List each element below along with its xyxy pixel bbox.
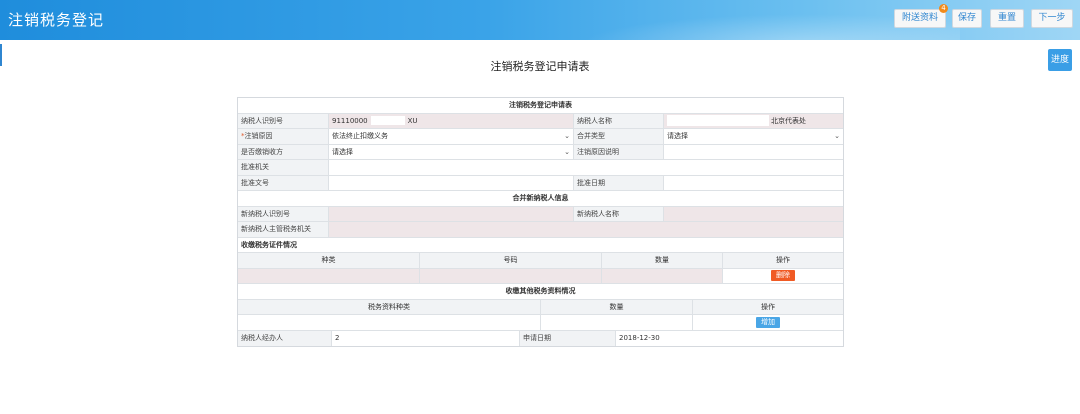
column-header: 种类 bbox=[238, 253, 420, 268]
form-page-title: 注销税务登记申请表 bbox=[490, 60, 590, 73]
approval-org-label: 批准机关 bbox=[238, 160, 329, 175]
cancel-reason-select[interactable]: 依法终止扣缴义务 ⌄ bbox=[329, 129, 574, 144]
new-taxpayer-authority-input[interactable] bbox=[329, 222, 843, 237]
attachments-count-badge: 4 bbox=[939, 4, 948, 13]
section-title-other-docs: 收缴其他税务资料情况 bbox=[238, 284, 843, 299]
taxpayer-name-label: 纳税人名称 bbox=[574, 113, 664, 128]
taxpayer-name-field: 北京代表处 bbox=[664, 113, 843, 128]
form-section-header: 合并新纳税人信息 bbox=[238, 191, 843, 207]
table-row: 增加 bbox=[238, 315, 843, 331]
chevron-down-icon: ⌄ bbox=[834, 132, 840, 141]
form-row: 新纳税人主管税务机关 bbox=[238, 222, 843, 238]
app-header: 注销税务登记 附送资料 4 保存 重置 下一步 bbox=[0, 0, 1080, 40]
cancel-invoice-selected: 请选择 bbox=[332, 147, 353, 156]
column-header: 操作 bbox=[723, 253, 843, 268]
taxpayer-id-field: 91110000 XU bbox=[329, 113, 574, 128]
new-taxpayer-name-input[interactable] bbox=[664, 206, 843, 221]
form-section-header: 注销税务登记申请表 bbox=[238, 98, 843, 114]
form-row: 批准文号 批准日期 bbox=[238, 175, 843, 191]
new-taxpayer-id-label: 新纳税人识别号 bbox=[238, 206, 329, 221]
cancel-invoice-label: 是否缴销收方 bbox=[238, 144, 329, 159]
table-header-row: 税务资料种类 数量 操作 bbox=[238, 299, 843, 315]
chevron-down-icon: ⌄ bbox=[564, 132, 570, 141]
new-taxpayer-id-input[interactable] bbox=[329, 206, 574, 221]
cert-type-input[interactable] bbox=[238, 268, 420, 283]
approval-date-input[interactable] bbox=[664, 175, 843, 190]
cert-actions-cell: 删除 bbox=[723, 268, 843, 283]
merge-type-select[interactable]: 请选择 ⌄ bbox=[664, 129, 843, 144]
form-section-header: 收缴其他税务资料情况 bbox=[238, 284, 843, 300]
section-title-main: 注销税务登记申请表 bbox=[238, 98, 843, 113]
cancel-reason-label: * 注销原因 bbox=[238, 129, 329, 144]
merge-type-label: 合并类型 bbox=[574, 129, 664, 144]
cancel-reason-selected: 依法终止扣缴义务 bbox=[332, 132, 388, 141]
cancel-reason-desc-input[interactable] bbox=[664, 144, 843, 159]
column-header: 税务资料种类 bbox=[238, 299, 541, 314]
attachments-button-label: 附送资料 bbox=[901, 13, 938, 23]
form-row: 批准机关 bbox=[238, 160, 843, 176]
table-row: 删除 bbox=[238, 268, 843, 284]
table-header-row: 种类 号码 数量 操作 bbox=[238, 253, 843, 269]
approval-doc-label: 批准文号 bbox=[238, 175, 329, 190]
page-header-title: 注销税务登记 bbox=[8, 11, 105, 29]
taxpayer-id-label: 纳税人识别号 bbox=[238, 113, 329, 128]
form-row: 纳税人经办人 2 申请日期 2018-12-30 bbox=[238, 330, 843, 346]
form-row: 是否缴销收方 请选择 ⌄ 注销原因说明 bbox=[238, 144, 843, 160]
doc-type-input[interactable] bbox=[238, 315, 541, 330]
approval-date-label: 批准日期 bbox=[574, 175, 664, 190]
new-taxpayer-name-label: 新纳税人名称 bbox=[574, 206, 664, 221]
cert-number-input[interactable] bbox=[420, 268, 602, 283]
column-header: 数量 bbox=[541, 299, 693, 314]
delete-button[interactable]: 删除 bbox=[771, 270, 795, 282]
attachments-button[interactable]: 附送资料 4 bbox=[894, 4, 948, 28]
approval-doc-input[interactable] bbox=[329, 175, 574, 190]
cancel-reason-desc-label: 注销原因说明 bbox=[574, 144, 664, 159]
column-header: 号码 bbox=[420, 253, 602, 268]
section-title-merge: 合并新纳税人信息 bbox=[238, 191, 843, 206]
form-section-header: 收缴税务证件情况 bbox=[238, 237, 843, 253]
handler-label: 纳税人经办人 bbox=[238, 330, 332, 346]
add-button[interactable]: 增加 bbox=[756, 316, 780, 328]
new-taxpayer-authority-label: 新纳税人主管税务机关 bbox=[238, 222, 329, 237]
form-row: * 注销原因 依法终止扣缴义务 ⌄ 合并类型 请选择 ⌄ bbox=[238, 129, 843, 145]
taxpayer-id-suffix: XU bbox=[407, 116, 418, 125]
taxpayer-name-value: 北京代表处 bbox=[771, 116, 806, 125]
redaction-block bbox=[370, 116, 405, 126]
apply-date-input[interactable]: 2018-12-30 bbox=[616, 330, 843, 346]
doc-actions-cell: 增加 bbox=[693, 315, 843, 330]
form-row: 纳税人识别号 91110000 XU 纳税人名称 北京代表处 bbox=[238, 113, 843, 129]
merge-type-selected: 请选择 bbox=[667, 132, 688, 141]
save-button[interactable]: 保存 bbox=[952, 9, 982, 28]
cancellation-form: 注销税务登记申请表 纳税人识别号 91110000 XU 纳税人名称 北京代表处… bbox=[237, 97, 844, 347]
apply-date-label: 申请日期 bbox=[520, 330, 616, 346]
redaction-block bbox=[667, 115, 769, 127]
column-header: 操作 bbox=[693, 299, 843, 314]
cert-quantity-input[interactable] bbox=[602, 268, 723, 283]
approval-org-input[interactable] bbox=[329, 160, 843, 175]
reset-button[interactable]: 重置 bbox=[990, 9, 1024, 28]
section-title-certificates: 收缴税务证件情况 bbox=[238, 237, 843, 252]
cancel-reason-label-text: 注销原因 bbox=[244, 132, 273, 141]
doc-quantity-input[interactable] bbox=[541, 315, 693, 330]
handler-input[interactable]: 2 bbox=[332, 330, 520, 346]
taxpayer-id-prefix: 91110000 bbox=[332, 116, 368, 125]
column-header: 数量 bbox=[602, 253, 723, 268]
next-step-button[interactable]: 下一步 bbox=[1031, 9, 1073, 28]
form-row: 新纳税人识别号 新纳税人名称 bbox=[238, 206, 843, 222]
cancel-invoice-select[interactable]: 请选择 ⌄ bbox=[329, 144, 574, 159]
chevron-down-icon: ⌄ bbox=[564, 147, 570, 156]
